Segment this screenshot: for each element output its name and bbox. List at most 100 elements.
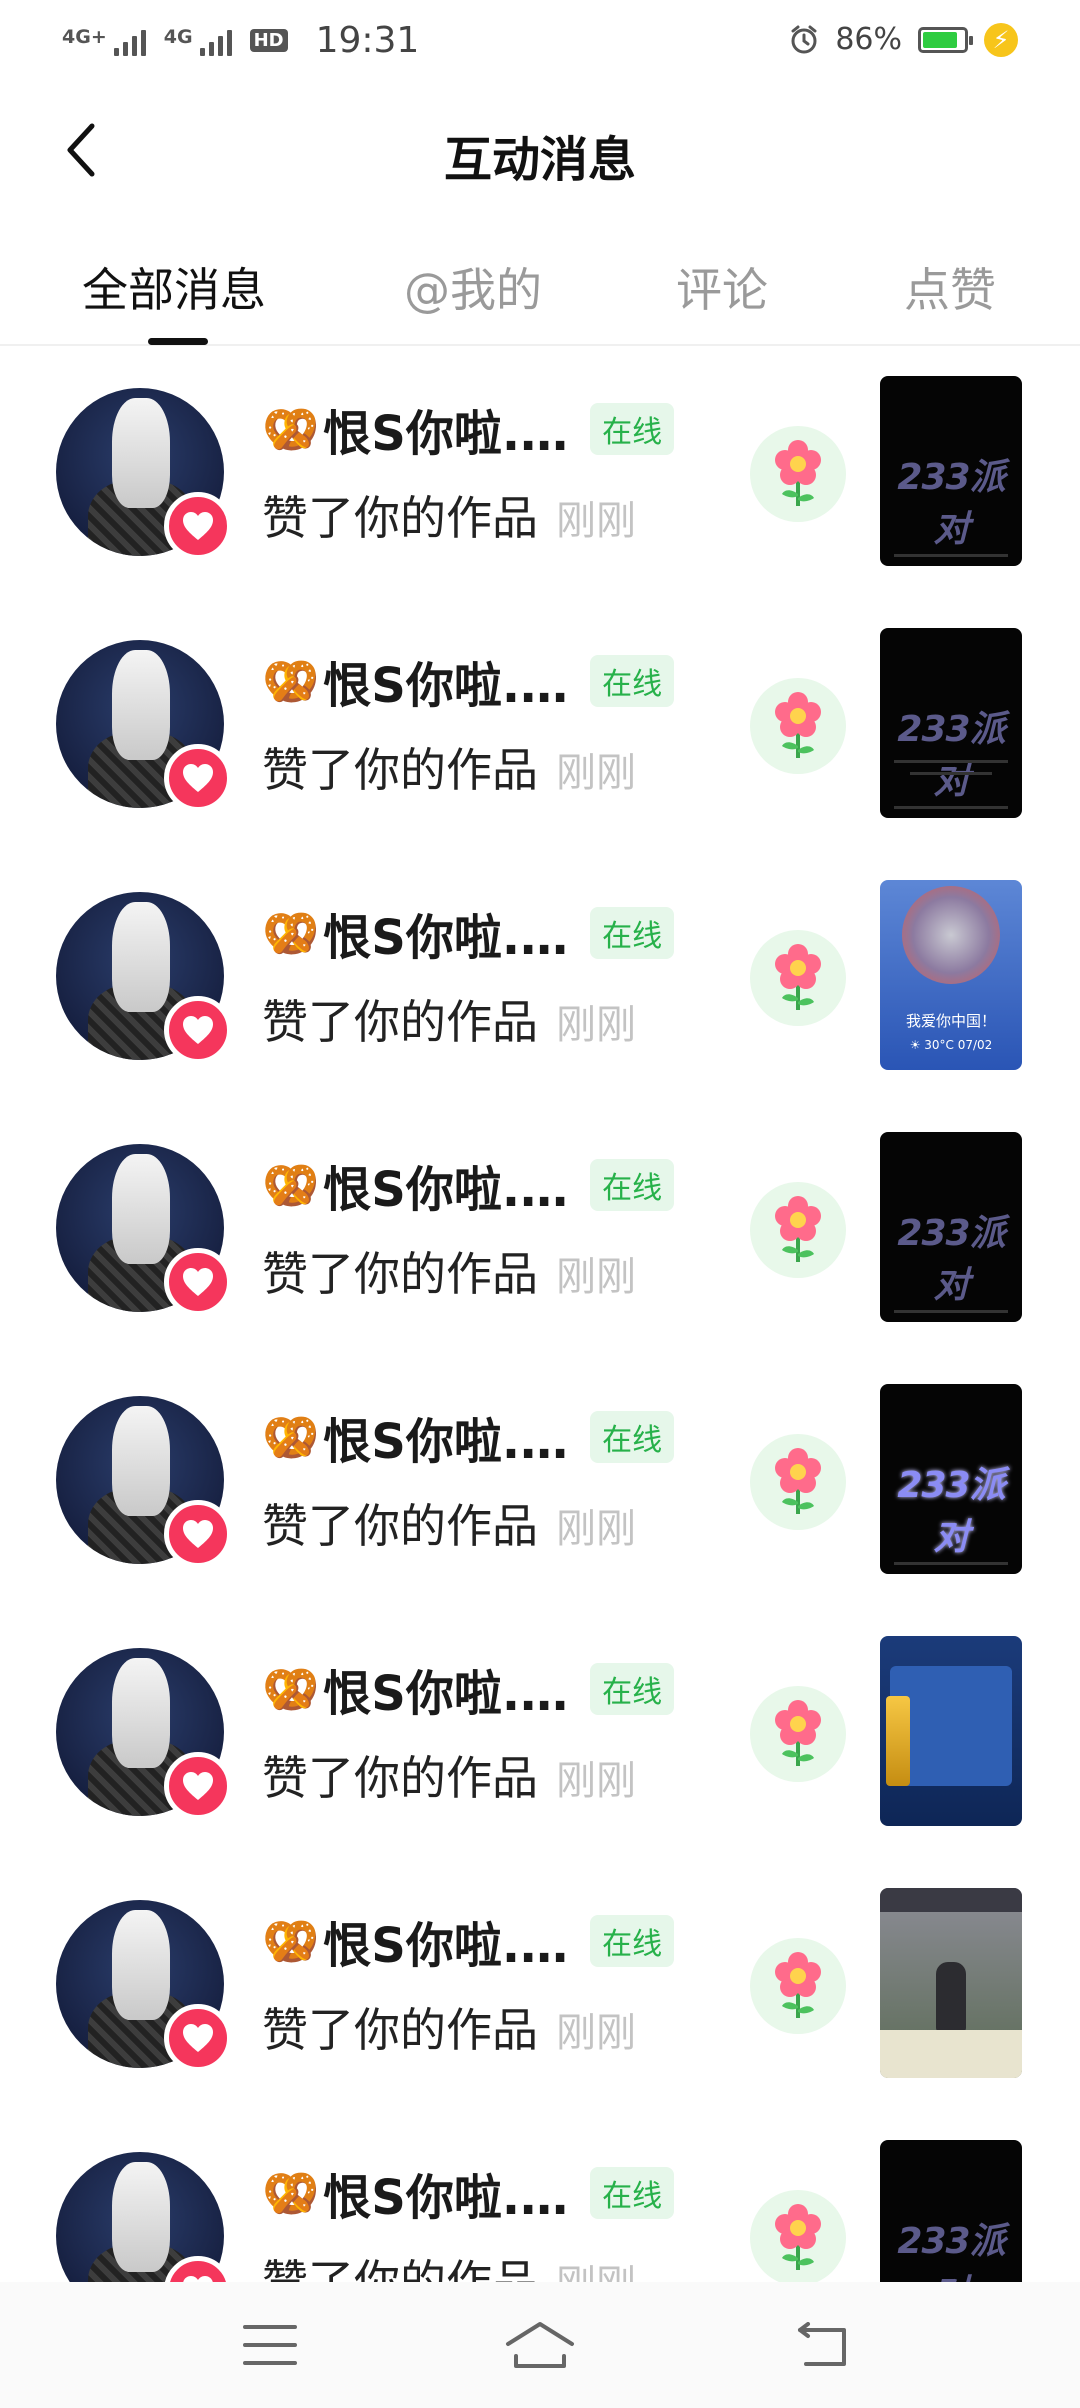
online-status-badge: 在线	[590, 1663, 675, 1715]
send-flower-button[interactable]	[750, 678, 846, 774]
game-logo-text: 233派对	[897, 2221, 1005, 2282]
post-thumbnail[interactable]: 233派对	[880, 1132, 1022, 1322]
menu-nav-button[interactable]	[230, 2312, 310, 2378]
send-flower-button[interactable]	[750, 930, 846, 1026]
charging-bolt-icon: ⚡	[984, 22, 1018, 57]
message-row[interactable]: 🥨 恨S你啦.… 在线 赞了你的作品 刚刚	[0, 1612, 1080, 1864]
time-ago: 刚刚	[556, 498, 636, 544]
message-row[interactable]: 🥨 恨S你啦.… 在线 赞了你的作品 刚刚 我爱你中国！ ☀ 30°C 07/02	[0, 856, 1080, 1108]
page-title: 互动消息	[443, 132, 636, 188]
name-line: 🥨 恨S你啦.… 在线	[262, 1150, 675, 1220]
tab-bar: 全部消息 @我的 评论 点赞	[0, 240, 1080, 346]
name-line: 🥨 恨S你啦.… 在线	[262, 1654, 675, 1724]
send-flower-button[interactable]	[750, 426, 846, 522]
flower-icon	[775, 440, 821, 506]
action-line: 赞了你的作品刚刚	[262, 1490, 636, 1556]
flower-icon	[775, 2204, 821, 2270]
heart-icon	[183, 1520, 213, 1548]
back-nav-button[interactable]	[782, 2312, 862, 2378]
flower-icon	[775, 1196, 821, 1262]
pretzel-icon: 🥨	[262, 905, 320, 960]
heart-icon	[183, 2276, 213, 2282]
username[interactable]: 恨S你啦.…	[323, 1906, 568, 1976]
flower-icon	[775, 1952, 821, 2018]
message-row[interactable]: 🥨恨S你啦.… 在线赞了你的作品刚刚 233派对	[0, 2116, 1080, 2282]
pretzel-icon: 🥨	[262, 1913, 320, 1968]
action-text: 赞了你的作品	[262, 743, 538, 797]
post-thumbnail[interactable]: 233派对	[880, 628, 1022, 818]
tab-mentions[interactable]: @我的	[404, 254, 542, 320]
online-status-badge: 在线	[590, 1411, 675, 1463]
action-text: 赞了你的作品	[262, 1499, 538, 1553]
heart-icon	[183, 764, 213, 792]
signal-4g-plus-icon: 4G+	[62, 26, 146, 56]
action-text: 赞了你的作品	[262, 2003, 538, 2057]
name-line: 🥨 恨S你啦.… 在线	[262, 394, 675, 464]
message-row[interactable]: 🥨恨S你啦.… 在线赞了你的作品刚刚 233派对	[0, 1108, 1080, 1360]
message-row[interactable]: 🥨恨S你啦.… 在线赞了你的作品刚刚 233派对	[0, 1360, 1080, 1612]
online-status-badge: 在线	[590, 655, 675, 707]
system-nav-bar	[0, 2282, 1080, 2408]
game-logo-text: 233派对	[897, 709, 1005, 802]
network-type-label: 4G	[163, 25, 193, 48]
status-left: 4G+ 4G HD 19:31	[62, 20, 419, 61]
message-row[interactable]: 🥨 恨S你啦.… 在线赞了你的作品 刚刚	[0, 1864, 1080, 2116]
send-flower-button[interactable]	[750, 1182, 846, 1278]
username[interactable]: 恨S你啦.…	[323, 394, 568, 464]
message-row[interactable]: 🥨恨S你啦.… 在线赞了你的作品刚刚 233派对	[0, 352, 1080, 604]
tab-all-messages[interactable]: 全部消息	[82, 254, 266, 320]
username[interactable]: 恨S你啦.…	[323, 898, 568, 968]
username[interactable]: 恨S你啦.…	[323, 1150, 568, 1220]
name-line: 🥨 恨S你啦.… 在线	[262, 898, 675, 968]
username[interactable]: 恨S你啦.…	[323, 1402, 568, 1472]
heart-icon	[183, 1016, 213, 1044]
like-badge	[164, 1752, 232, 1820]
online-status-badge: 在线	[590, 1159, 675, 1211]
character-image	[936, 1962, 966, 2032]
post-thumbnail[interactable]: 233派对	[880, 376, 1022, 566]
post-thumbnail[interactable]	[880, 1636, 1022, 1826]
username[interactable]: 恨S你啦.…	[323, 2158, 568, 2228]
post-thumbnail[interactable]: 233派对	[880, 2140, 1022, 2282]
heart-icon	[183, 2024, 213, 2052]
menu-icon	[243, 2325, 297, 2365]
username[interactable]: 恨S你啦.…	[323, 1654, 568, 1724]
pretzel-icon: 🥨	[262, 1661, 320, 1716]
home-nav-button[interactable]	[500, 2312, 580, 2378]
action-line: 赞了你的作品刚刚	[262, 1742, 636, 1808]
message-row[interactable]: 🥨恨S你啦.… 在线赞了你的作品刚刚 233派对	[0, 604, 1080, 856]
game-logo-text: 233派对	[897, 1465, 1005, 1558]
send-flower-button[interactable]	[750, 1434, 846, 1530]
time-ago: 刚刚	[556, 1758, 636, 1804]
action-line: 赞了你的作品刚刚	[262, 1238, 636, 1304]
battery-fill	[923, 31, 958, 48]
time-ago: 刚刚	[556, 2252, 636, 2282]
back-arrow-icon	[798, 2322, 846, 2366]
action-line: 赞了你的作品刚刚	[262, 1994, 636, 2060]
flower-icon	[775, 692, 821, 758]
name-line: 🥨 恨S你啦.… 在线	[262, 2158, 675, 2228]
battery-icon	[918, 26, 973, 53]
name-line: 🥨 恨S你啦.… 在线	[262, 1906, 675, 1976]
thumb-caption: 我爱你中国！	[905, 1012, 996, 1030]
tab-likes[interactable]: 点赞	[904, 254, 996, 320]
tab-comments[interactable]: 评论	[676, 254, 768, 320]
action-text: 赞了你的作品	[262, 1751, 538, 1805]
home-icon	[506, 2322, 574, 2368]
flower-icon	[775, 1448, 821, 1514]
like-badge	[164, 492, 232, 560]
send-flower-button[interactable]	[750, 1938, 846, 2034]
online-status-badge: 在线	[590, 2167, 675, 2219]
post-thumbnail[interactable]: 233派对	[880, 1384, 1022, 1574]
status-time: 19:31	[315, 20, 420, 61]
heart-icon	[183, 512, 213, 540]
online-status-badge: 在线	[590, 403, 675, 455]
battery-percent: 86%	[835, 22, 902, 57]
send-flower-button[interactable]	[750, 1686, 846, 1782]
like-badge	[164, 2004, 232, 2072]
post-thumbnail[interactable]: 我爱你中国！ ☀ 30°C 07/02	[880, 880, 1022, 1070]
active-tab-indicator	[148, 338, 208, 345]
post-thumbnail[interactable]	[880, 1888, 1022, 2078]
username[interactable]: 恨S你啦.…	[323, 646, 568, 716]
send-flower-button[interactable]	[750, 2190, 846, 2282]
